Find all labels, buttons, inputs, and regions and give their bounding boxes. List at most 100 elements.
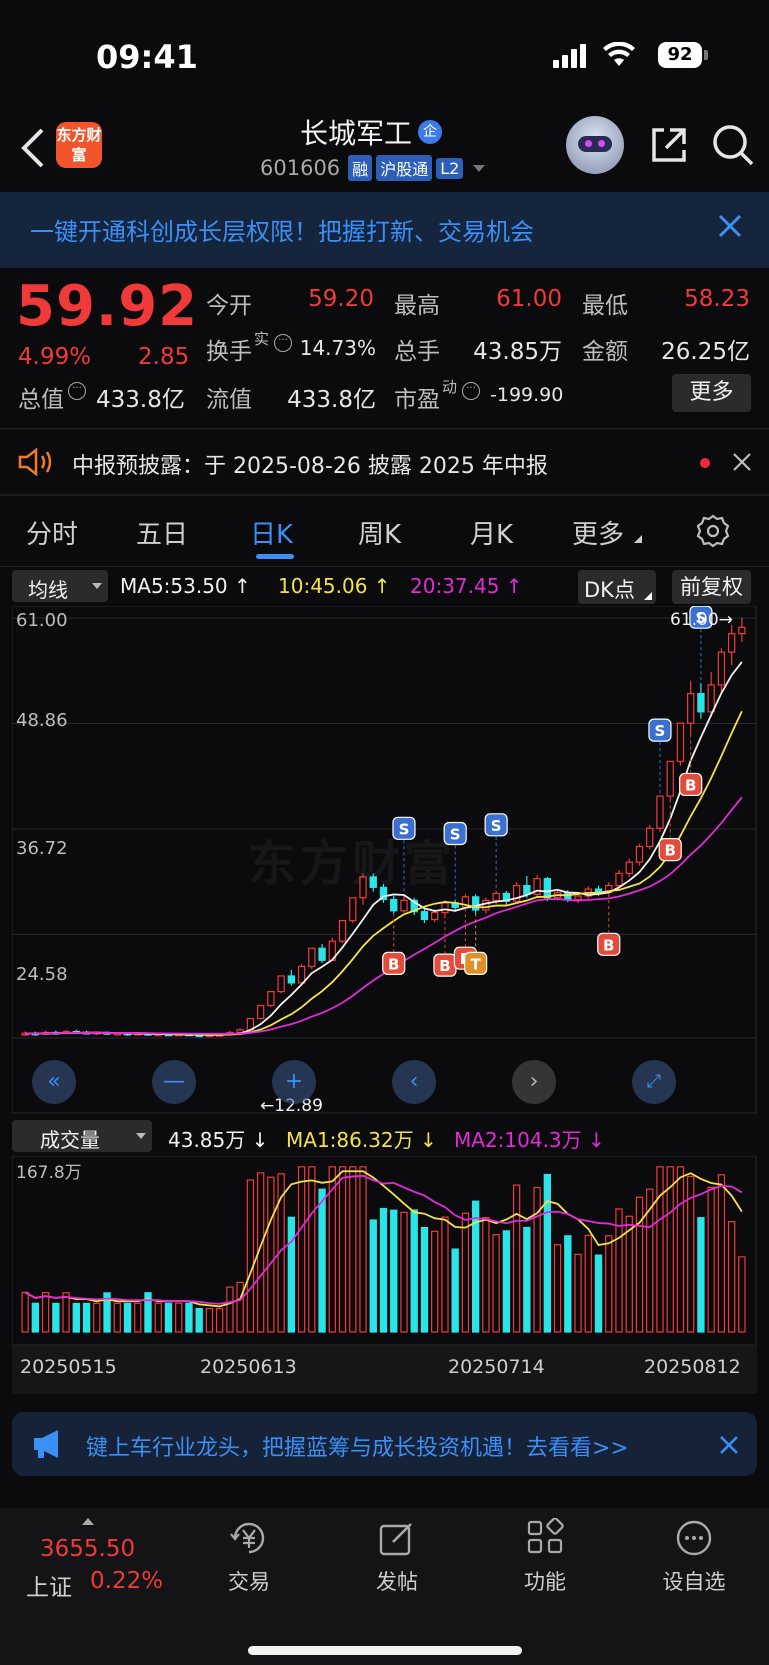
nav-functions[interactable]: 功能 (510, 1517, 580, 1608)
zoom-out-button[interactable]: — (152, 1060, 196, 1104)
fullscreen-button[interactable]: ⤢ (632, 1060, 676, 1104)
stock-code-row[interactable]: 601606 融 沪股通 L2 (260, 154, 486, 182)
candle-body (267, 991, 275, 1007)
volume-bar (390, 1209, 398, 1333)
field-value: 26.25亿 (661, 339, 750, 365)
y-label-top: 61.00 (16, 610, 68, 631)
tab-intraday[interactable]: 分时 (26, 514, 78, 551)
volume-bar (676, 1166, 685, 1333)
ad-banner[interactable]: 键上车行业龙头，把握蓝筹与成长投资机遇！去看看>> (12, 1412, 757, 1476)
tag-level2: L2 (436, 157, 464, 179)
notice-close-button[interactable] (732, 452, 752, 476)
vol-ma2-value: MA2:104.3万 (454, 1128, 582, 1152)
volume-bar (625, 1215, 633, 1333)
caret-down-icon (136, 1133, 146, 1139)
scroll-right-button[interactable]: › (512, 1060, 556, 1104)
tab-monthly-k[interactable]: 月K (470, 514, 513, 551)
indicator-select[interactable]: 均线 (12, 570, 108, 602)
up-arrow-icon: ↑ (367, 574, 391, 598)
index-widget[interactable]: 3655.50 上证 0.22% (18, 1512, 178, 1612)
candle-body (256, 1004, 265, 1020)
nav-trade[interactable]: 交易 (214, 1518, 284, 1608)
vol-ma2-legend: MA2:104.3万 ↓ (454, 1124, 605, 1153)
signal-label: B (388, 955, 399, 973)
volume-bar (707, 1186, 715, 1333)
volume-bar (615, 1208, 623, 1333)
volume-chart[interactable]: 167.8万 20250515 (12, 1156, 757, 1378)
chart-settings-button[interactable] (696, 514, 730, 552)
date-axis: 20250515 20250613 20250714 20250812 (12, 1346, 757, 1394)
volume-bar (482, 1217, 490, 1333)
volume-value: 43.85万 (168, 1128, 246, 1152)
volume-bar (471, 1200, 480, 1333)
tab-active-indicator (256, 554, 294, 559)
scroll-left-button[interactable]: ‹ (392, 1060, 436, 1104)
candle-body (420, 911, 429, 921)
volume-bar (738, 1256, 746, 1333)
tab-weekly-k[interactable]: 周K (358, 514, 401, 551)
volume-bar (297, 1166, 306, 1333)
tab-more[interactable]: 更多 (572, 514, 643, 551)
divider (0, 428, 769, 429)
dk-point-button[interactable]: DK点 (578, 570, 656, 604)
volume-bar (154, 1302, 162, 1333)
signal-label: S (491, 817, 502, 835)
volume-indicator-select[interactable]: 成交量 (12, 1120, 152, 1152)
zoom-in-button[interactable]: + (272, 1060, 316, 1104)
signal-label: B (603, 936, 614, 954)
nav-post[interactable]: 发帖 (362, 1518, 432, 1608)
volume-bar (512, 1184, 521, 1333)
dk-label: DK点 (584, 578, 635, 602)
back-button[interactable] (16, 126, 50, 170)
nav-add-watchlist[interactable]: 设自选 (654, 1518, 734, 1608)
quote-field-open: 今开 59.20 (206, 286, 374, 319)
candle-body (390, 898, 398, 912)
volume-bar (113, 1302, 121, 1333)
ad-text: 键上车行业龙头，把握蓝筹与成长投资机遇！去看看>> (86, 1436, 629, 1461)
signal-label: T (471, 955, 482, 973)
quote-field-pe: 市盈 动 ··· -199.90 (394, 378, 574, 413)
promo-banner[interactable]: 一键开通科创成长层权限！把握打新、交易机会 (0, 192, 769, 268)
adjust-mode-button[interactable]: 前复权 (672, 570, 751, 604)
ad-close-button[interactable] (718, 1434, 740, 1460)
share-button[interactable] (648, 124, 690, 170)
ma5-value: MA5:53.50 (120, 574, 228, 598)
field-value: 14.73% (299, 336, 376, 360)
candle-body (707, 684, 715, 713)
candle-body (738, 626, 746, 635)
jump-start-button[interactable]: « (32, 1060, 76, 1104)
page-title: 长城军工 (300, 117, 413, 150)
candle-body (717, 651, 726, 686)
status-bar: 09:41 92 (0, 0, 769, 110)
signal-label: S (655, 722, 666, 740)
tab-five-day[interactable]: 五日 (136, 514, 188, 551)
index-name: 上证 (26, 1575, 72, 1601)
quote-field-low: 最低 58.23 (582, 286, 750, 319)
robot-assistant-icon[interactable] (566, 116, 624, 174)
enterprise-badge: 企 (418, 120, 443, 144)
index-change: 0.22% (90, 1568, 164, 1594)
candle-body (687, 692, 695, 724)
yen-coin-icon (230, 1522, 265, 1554)
kline-chart[interactable]: SSSBBBTBBBSS 东方财富 61.00 48.86 36.72 24.5… (12, 606, 757, 1116)
y-label-3: 36.72 (16, 838, 68, 859)
promo-close-button[interactable] (716, 212, 744, 244)
volume-bar (246, 1179, 255, 1333)
field-value: -199.90 (490, 384, 564, 406)
stock-header: 东方财富 长城军工 企 601606 融 沪股通 L2 (0, 110, 769, 190)
volume-bar (134, 1302, 142, 1333)
tab-daily-k[interactable]: 日K (250, 514, 293, 551)
volume-bar (656, 1166, 664, 1333)
report-notice[interactable]: 中报预披露：于 2025-08-26 披露 2025 年中报 (0, 430, 769, 494)
volume-bar (420, 1226, 429, 1333)
app-logo[interactable]: 东方财富 (56, 122, 102, 168)
down-arrow-icon: ↓ (581, 1128, 605, 1152)
y-label-4: 24.58 (16, 964, 68, 985)
more-button[interactable]: 更多 (672, 374, 751, 412)
search-button[interactable] (712, 124, 756, 172)
promo-text: 一键开通科创成长层权限！把握打新、交易机会 (30, 218, 534, 246)
volume-bar (594, 1254, 603, 1333)
info-icon: ··· (462, 382, 480, 400)
quote-field-high: 最高 61.00 (394, 286, 562, 319)
candle-body (277, 975, 285, 993)
